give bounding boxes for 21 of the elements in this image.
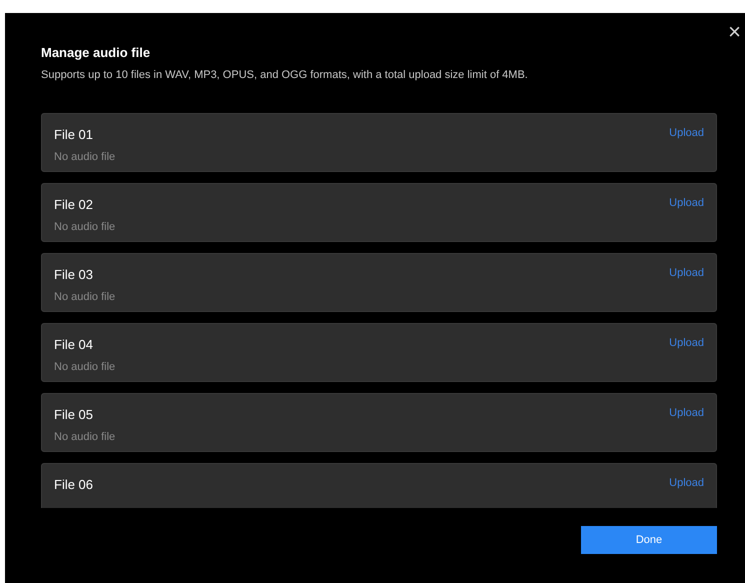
file-status: No audio file bbox=[54, 290, 116, 304]
file-status: No audio file bbox=[54, 360, 116, 374]
done-button[interactable]: Done bbox=[581, 526, 717, 554]
close-button[interactable]: × bbox=[728, 21, 741, 43]
file-status: No audio file bbox=[54, 150, 116, 164]
file-name: File 05 bbox=[54, 406, 94, 424]
file-name: File 06 bbox=[54, 476, 94, 494]
file-status: No audio file bbox=[54, 430, 116, 444]
dialog-title: Manage audio file bbox=[41, 44, 152, 62]
upload-link[interactable]: Upload bbox=[669, 125, 704, 142]
file-name: File 02 bbox=[54, 196, 94, 214]
upload-link[interactable]: Upload bbox=[669, 195, 704, 212]
file-name: File 01 bbox=[54, 126, 94, 144]
file-name: File 04 bbox=[54, 336, 94, 354]
upload-link[interactable]: Upload bbox=[669, 335, 704, 352]
file-status: No audio file bbox=[54, 220, 116, 234]
upload-link[interactable]: Upload bbox=[669, 405, 704, 422]
upload-link[interactable]: Upload bbox=[669, 475, 704, 492]
dialog-description: Supports up to 10 files in WAV, MP3, OPUS, and OGG formats, with a total upload size limit of 4MB. bbox=[41, 68, 529, 82]
file-name: File 03 bbox=[54, 266, 94, 284]
upload-link[interactable]: Upload bbox=[669, 265, 704, 282]
